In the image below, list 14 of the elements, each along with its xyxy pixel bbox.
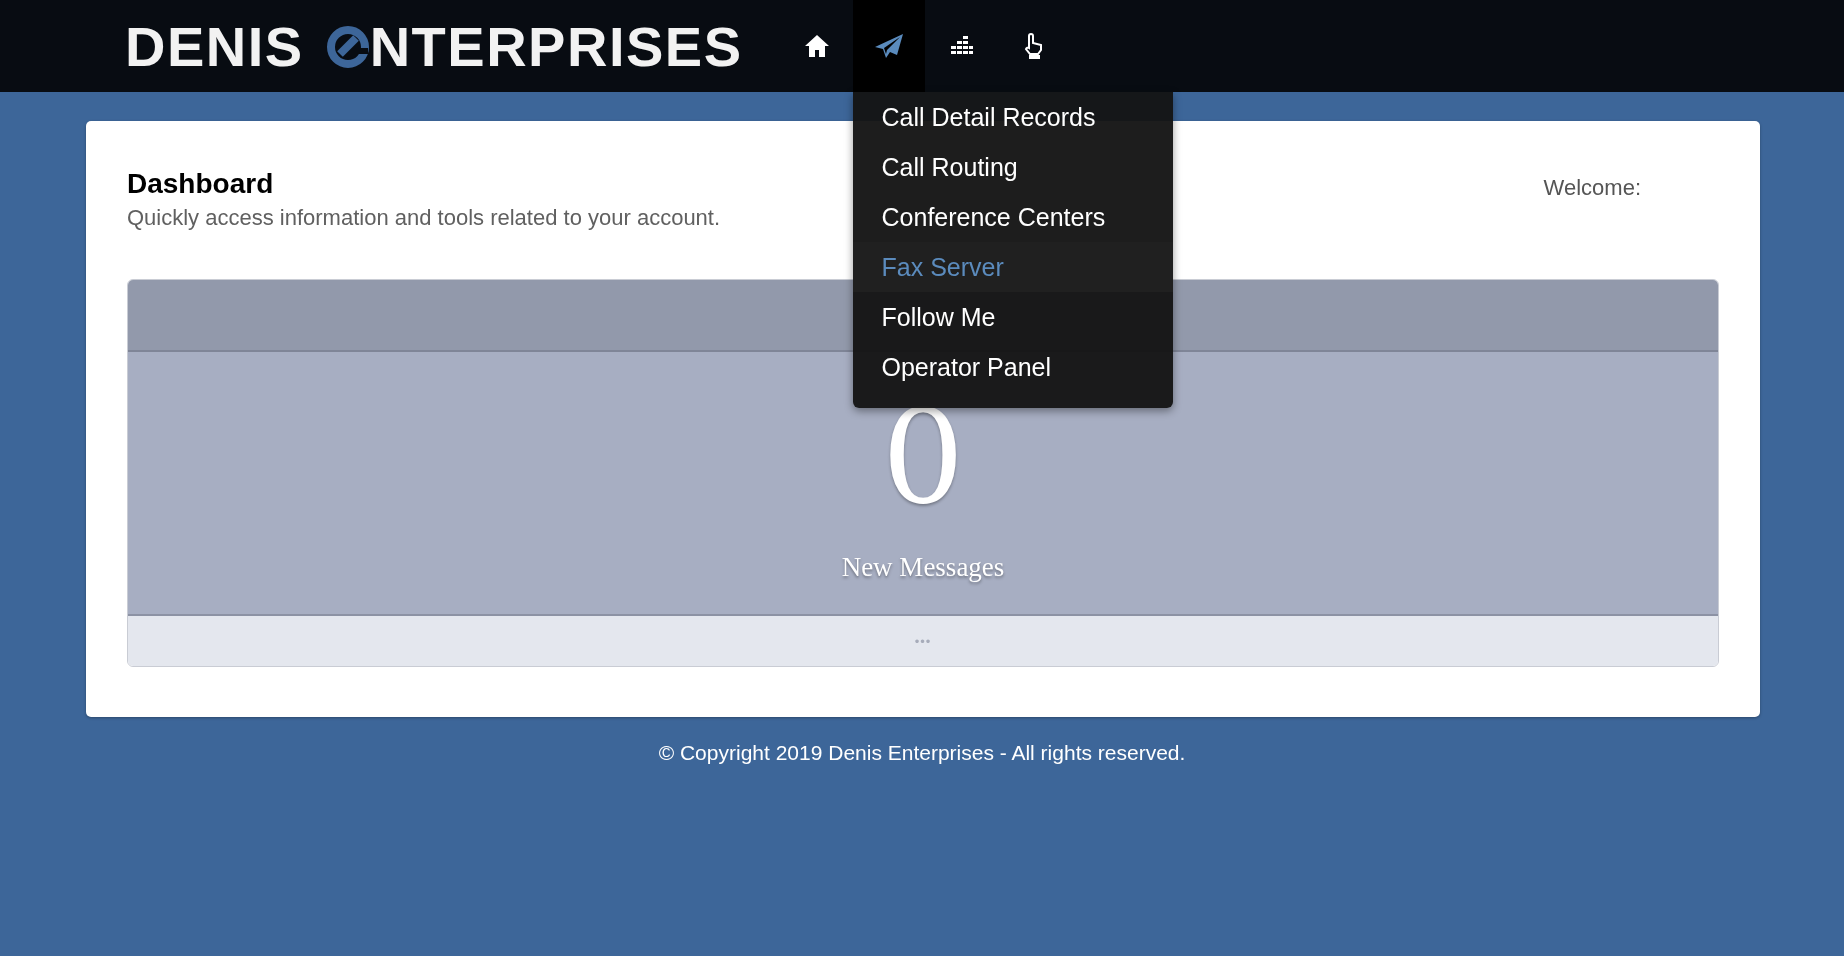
- page-title: Dashboard: [127, 167, 275, 201]
- page-subtitle: Quickly access information and tools related to your account.: [127, 205, 721, 231]
- copyright-text: © Copyright 2019 Denis Enterprises - All rights reserved.: [658, 741, 1186, 764]
- menu-item[interactable]: Operator Panel: [852, 342, 1173, 392]
- message-count: 0: [881, 392, 965, 522]
- count-label: New Messages: [841, 552, 1005, 583]
- menu-item[interactable]: Follow Me: [852, 292, 1173, 342]
- menu-item[interactable]: Conference Centers: [852, 192, 1173, 242]
- logo-text: NTERPRISES: [369, 13, 743, 79]
- menu-item[interactable]: Call Detail Records: [852, 92, 1173, 142]
- menu-item[interactable]: Call Routing: [852, 142, 1173, 192]
- menu-item[interactable]: Fax Server: [852, 242, 1173, 292]
- logo-text: DENIS: [125, 13, 304, 79]
- welcome-text: Welcome:: [1543, 175, 1641, 201]
